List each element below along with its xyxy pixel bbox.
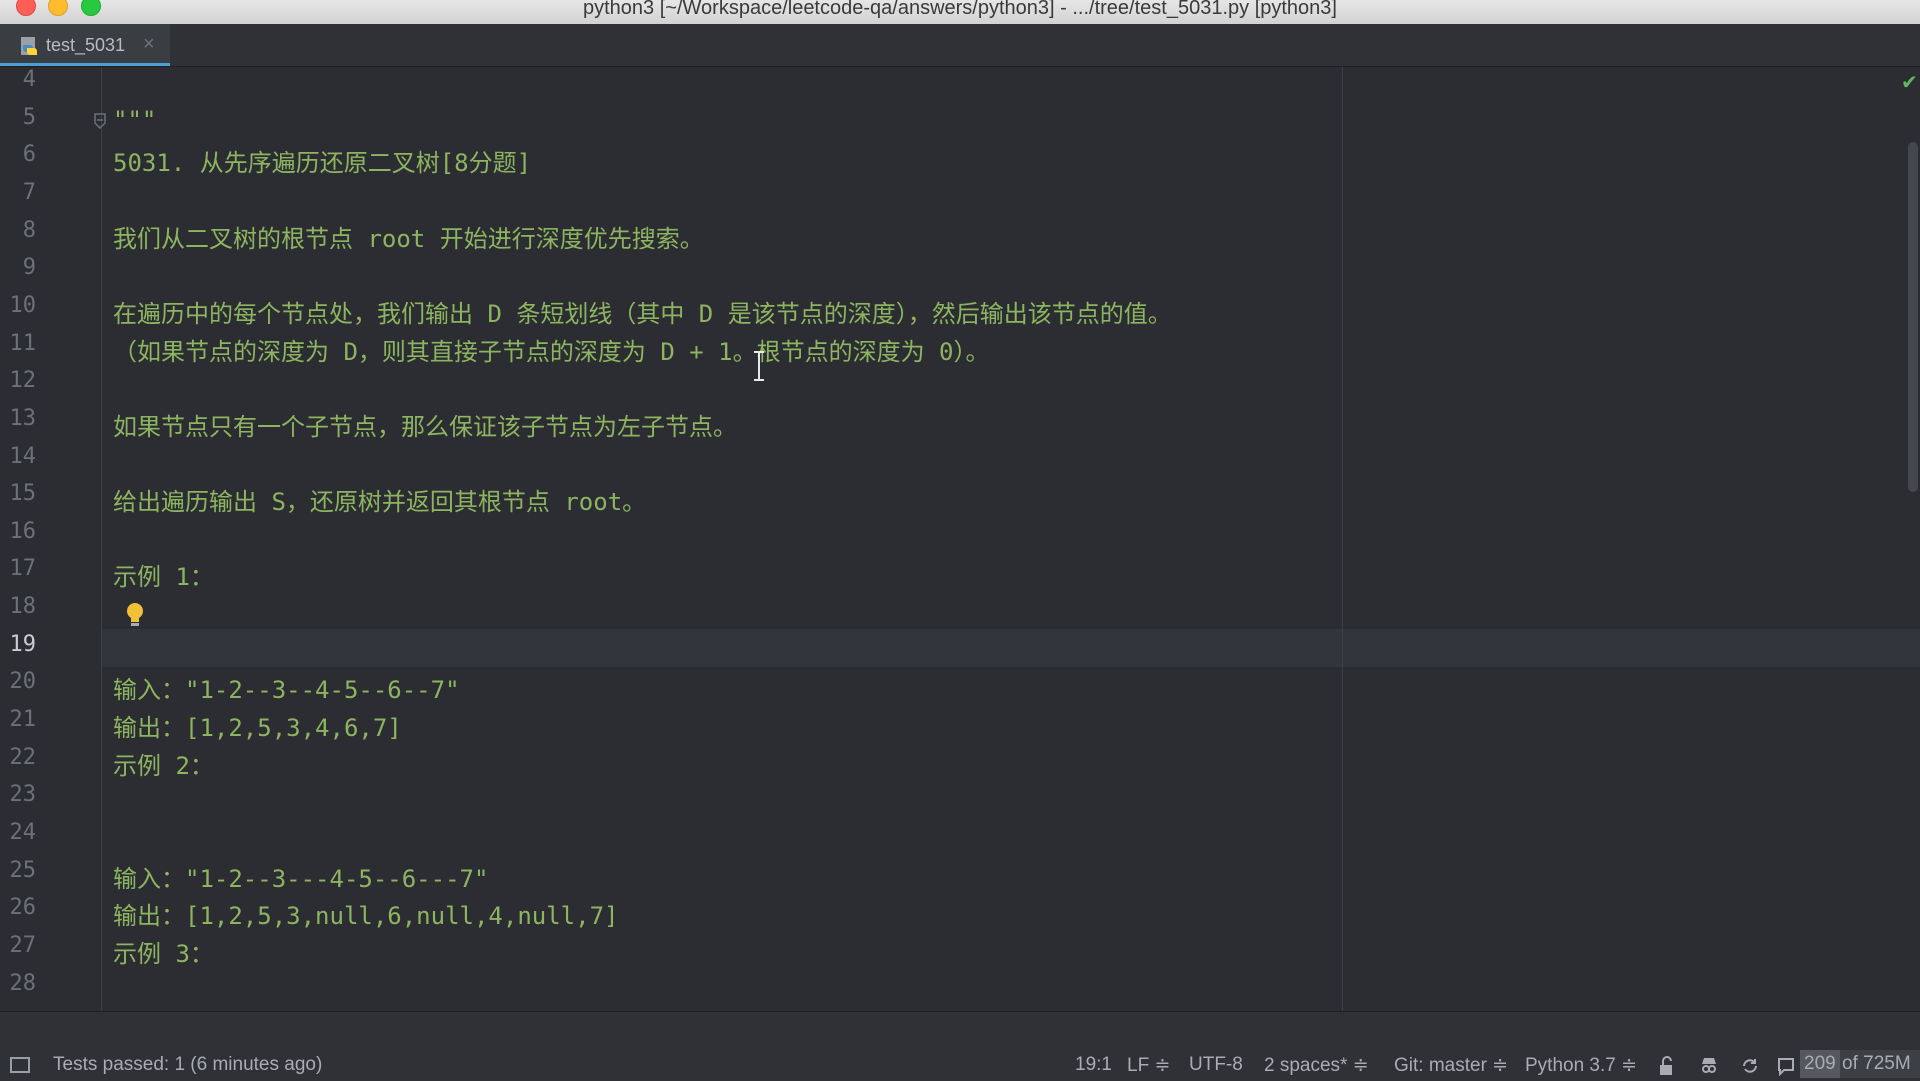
- line-number[interactable]: 11: [0, 331, 37, 356]
- line-number[interactable]: 19: [0, 632, 37, 657]
- code-line[interactable]: 在遍历中的每个节点处，我们输出 D 条短划线（其中 D 是该节点的深度），然后输…: [113, 294, 1172, 329]
- memory-indicator[interactable]: 209 of 725M: [1800, 1050, 1920, 1078]
- line-number[interactable]: 18: [0, 594, 37, 619]
- line-number[interactable]: 27: [0, 933, 37, 958]
- tool-windows-icon[interactable]: [10, 1057, 30, 1073]
- code-editor[interactable]: 4 5 6 7 8 9 10 11 12 13 14 15 16 17 18 19 20 21 22 23 24 25 26…: [0, 67, 1920, 1011]
- code-line[interactable]: 输入："1-2--3--4-5--6--7": [113, 670, 460, 705]
- code-line[interactable]: """: [113, 106, 156, 134]
- line-number[interactable]: 28: [0, 971, 37, 996]
- line-number[interactable]: 13: [0, 406, 37, 431]
- close-icon[interactable]: ×: [143, 33, 155, 56]
- inspection-ok-icon[interactable]: ✔: [1901, 70, 1918, 95]
- code-line[interactable]: 5031. 从先序遍历还原二叉树[8分题]: [113, 143, 531, 178]
- line-number[interactable]: 8: [0, 218, 36, 243]
- line-number[interactable]: 14: [0, 444, 37, 469]
- code-line[interactable]: 输入："1-2--3---4-5--6---7": [113, 859, 488, 894]
- line-number[interactable]: 16: [0, 519, 37, 544]
- line-number[interactable]: 24: [0, 820, 37, 845]
- right-margin-guide: [1342, 67, 1343, 1011]
- line-number[interactable]: 23: [0, 782, 37, 807]
- vertical-scrollbar[interactable]: [1908, 142, 1918, 492]
- line-number[interactable]: 10: [0, 293, 37, 318]
- inspector-icon[interactable]: [1699, 1056, 1719, 1076]
- memory-used: 209: [1804, 1053, 1836, 1074]
- line-number[interactable]: 9: [0, 255, 36, 280]
- line-separator-selector[interactable]: LF ≑: [1127, 1054, 1170, 1077]
- line-number[interactable]: 4: [0, 67, 36, 92]
- interpreter-selector[interactable]: Python 3.7 ≑: [1525, 1054, 1637, 1077]
- text-cursor-icon: [754, 351, 764, 381]
- code-line[interactable]: 给出遍历输出 S，还原树并返回其根节点 root。: [113, 482, 646, 517]
- line-number[interactable]: 15: [0, 481, 37, 506]
- code-line[interactable]: 输出：[1,2,5,3,4,6,7]: [113, 708, 402, 743]
- fold-icon[interactable]: [93, 113, 107, 129]
- editor-tab-bar: test_5031 ×: [0, 24, 1920, 67]
- line-number[interactable]: 22: [0, 745, 37, 770]
- code-line[interactable]: 如果节点只有一个子节点，那么保证该子节点为左子节点。: [113, 407, 737, 442]
- indent-selector[interactable]: 2 spaces* ≑: [1264, 1054, 1369, 1077]
- tab-test-5031[interactable]: test_5031 ×: [0, 24, 170, 66]
- window-title: python3 [~/Workspace/leetcode-qa/answers…: [583, 0, 1337, 19]
- line-number[interactable]: 5: [0, 105, 36, 130]
- status-bar: Tests passed: 1 (6 minutes ago) 19:1 LF …: [0, 1011, 1920, 1081]
- code-line[interactable]: 我们从二叉树的根节点 root 开始进行深度优先搜索。: [113, 219, 704, 254]
- code-line[interactable]: 输出：[1,2,5,3,null,6,null,4,null,7]: [113, 896, 618, 931]
- code-line[interactable]: 示例 2：: [113, 746, 214, 781]
- line-number[interactable]: 17: [0, 556, 37, 581]
- code-line[interactable]: 示例 3：: [113, 934, 214, 969]
- code-line[interactable]: 示例 1：: [113, 557, 214, 592]
- status-message[interactable]: Tests passed: 1 (6 minutes ago): [53, 1054, 322, 1076]
- lock-icon[interactable]: [1657, 1056, 1677, 1076]
- line-number[interactable]: 6: [0, 142, 36, 167]
- window-titlebar: python3 [~/Workspace/leetcode-qa/answers…: [0, 0, 1920, 25]
- tab-label: test_5031: [46, 35, 126, 55]
- line-number[interactable]: 25: [0, 858, 37, 883]
- python-file-icon: [21, 37, 37, 55]
- encoding-selector[interactable]: UTF-8: [1189, 1054, 1243, 1076]
- line-number[interactable]: 21: [0, 707, 37, 732]
- memory-total: of 725M: [1842, 1053, 1911, 1074]
- line-number[interactable]: 20: [0, 669, 37, 694]
- notifications-icon[interactable]: [1776, 1056, 1796, 1076]
- git-branch-selector[interactable]: Git: master ≑: [1394, 1054, 1508, 1077]
- current-line-highlight: [0, 629, 1920, 667]
- cursor-position[interactable]: 19:1: [1075, 1054, 1112, 1076]
- sync-icon[interactable]: [1740, 1056, 1760, 1076]
- line-number[interactable]: 12: [0, 368, 37, 393]
- line-number[interactable]: 26: [0, 895, 37, 920]
- code-line[interactable]: （如果节点的深度为 D，则其直接子节点的深度为 D + 1。根节点的深度为 0）…: [113, 332, 990, 367]
- line-number[interactable]: 7: [0, 180, 36, 205]
- lightbulb-icon[interactable]: [124, 601, 146, 629]
